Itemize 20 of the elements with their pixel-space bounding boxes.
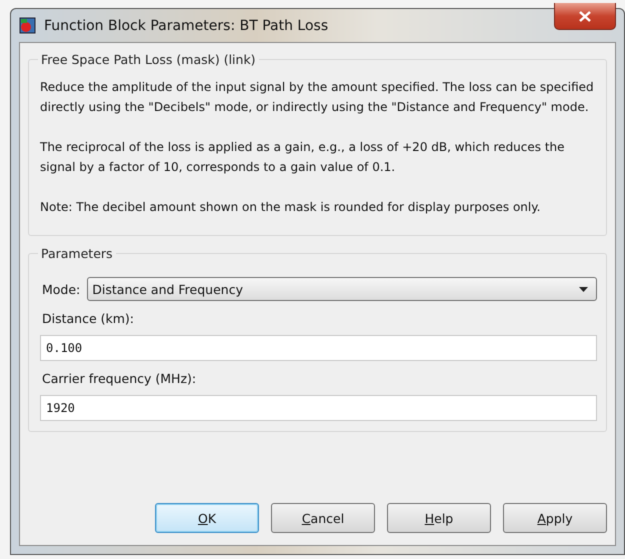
group-title: Free Space Path Loss (mask) (link)	[40, 52, 257, 67]
mode-label: Mode:	[42, 282, 80, 296]
mode-dropdown[interactable]: Distance and Frequency	[87, 277, 597, 301]
description-text: Note: The decibel amount shown on the mask is rounded for display purposes only.	[40, 199, 542, 216]
input-field[interactable]: 0.100	[40, 335, 597, 361]
group-title: Parameters	[40, 246, 114, 261]
dialog-button[interactable]: Help	[387, 503, 491, 533]
field-label: Distance (km):	[42, 311, 136, 326]
dialog-button[interactable]: Apply	[503, 503, 607, 533]
description-text: Reduce the amplitude of the input signal by the amount specified. The loss can be specified directly using the "Decibels" mode, or indirectly using the "Distance and Frequency" mode.	[40, 79, 595, 116]
dialog-button[interactable]: OK	[155, 503, 259, 533]
caret-icon	[579, 286, 588, 292]
field-label: Carrier frequency (MHz):	[42, 371, 198, 386]
close-icon	[579, 10, 591, 22]
close-button[interactable]	[554, 3, 616, 30]
input-field[interactable]: 1920	[40, 395, 597, 421]
dialog-button[interactable]: Cancel	[271, 503, 375, 533]
block-icon	[19, 17, 36, 34]
description-text: The reciprocal of the loss is applied as a gain, e.g., a loss of +20 dB, which reduces the signal by a factor of 10, corresponds to a gain value of 0.1.	[40, 139, 566, 176]
window-title: Function Block Parameters: BT Path Loss	[44, 18, 330, 34]
